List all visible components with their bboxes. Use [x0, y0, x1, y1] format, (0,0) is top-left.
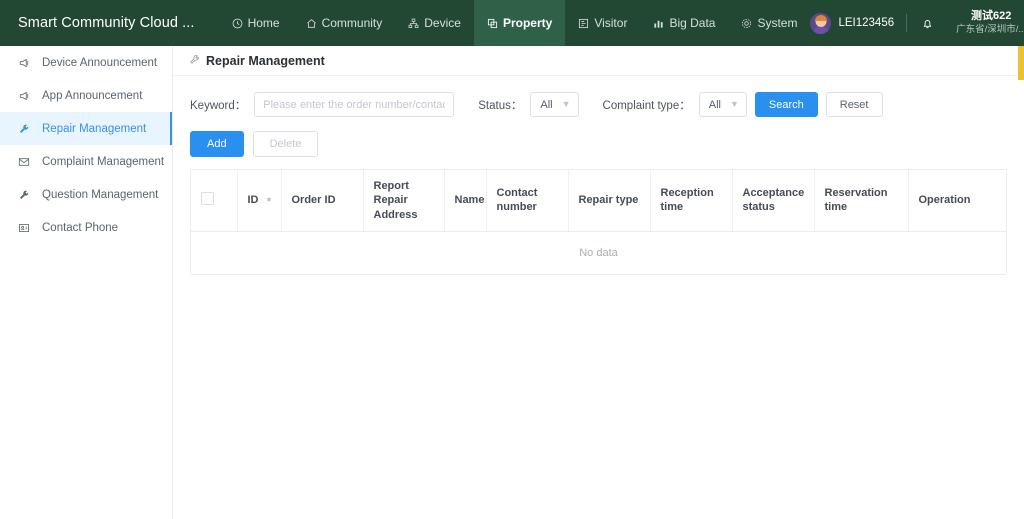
nav-item-label: System — [757, 16, 797, 30]
nav-item-system[interactable]: System — [728, 0, 810, 46]
sidebar-item-question-management[interactable]: Question Management — [0, 178, 172, 211]
site-selector[interactable]: 测试622 广东省/深圳市/... — [948, 9, 1024, 37]
column-reception-time: Reception time — [650, 170, 732, 231]
column-operation: Operation — [908, 170, 1006, 231]
complaint-type-select-value: All — [709, 99, 721, 111]
site-name-label: 测试622 — [971, 9, 1011, 24]
status-select[interactable]: All ▼ — [530, 92, 578, 117]
nav-item-home[interactable]: Home — [219, 0, 293, 46]
nav-item-label: Device — [424, 16, 461, 30]
wrench-icon — [17, 189, 31, 201]
sidebar-item-label: Contact Phone — [42, 222, 118, 234]
right-edge-accent-strip — [1018, 46, 1024, 80]
app-brand-title: Smart Community Cloud ... — [0, 15, 195, 31]
add-button[interactable]: Add — [190, 131, 244, 157]
search-input[interactable] — [254, 92, 454, 117]
column-select-all — [191, 170, 237, 231]
column-report-repair-address: Report Repair Address — [363, 170, 444, 231]
sidebar-item-label: Repair Management — [42, 123, 146, 135]
page-header: Repair Management — [173, 46, 1024, 76]
sidebar: Device Announcement App Announcement Rep… — [0, 46, 173, 519]
table-empty-state: No data — [191, 232, 1006, 274]
sidebar-item-repair-management[interactable]: Repair Management — [0, 112, 172, 145]
search-button[interactable]: Search — [755, 92, 818, 117]
column-reservation-time: Reservation time — [814, 170, 908, 231]
chevron-down-icon: ▼ — [730, 100, 739, 109]
filter-bar: Keyword： Status： All ▼ Complaint type： A… — [173, 76, 1024, 117]
nav-item-device[interactable]: Device — [395, 0, 474, 46]
complaint-type-label: Complaint type： — [603, 97, 691, 113]
username-label: LEI123456 — [838, 17, 894, 29]
bell-icon[interactable] — [907, 17, 948, 30]
nav-item-label: Community — [322, 16, 383, 30]
main-content: Repair Management Keyword： Status： All ▼… — [173, 46, 1024, 519]
keyword-label: Keyword： — [190, 97, 246, 113]
home-icon — [306, 18, 317, 29]
nav-item-label: Property — [503, 16, 552, 30]
clock-icon — [232, 18, 243, 29]
nav-item-big-data[interactable]: Big Data — [640, 0, 728, 46]
avatar — [810, 13, 831, 34]
sidebar-item-device-announcement[interactable]: Device Announcement — [0, 46, 172, 79]
delete-button: Delete — [253, 131, 319, 157]
sidebar-item-complaint-management[interactable]: Complaint Management — [0, 145, 172, 178]
column-acceptance-status: Acceptance status — [732, 170, 814, 231]
nav-item-property[interactable]: Property — [474, 0, 565, 46]
megaphone-icon — [17, 57, 31, 69]
nav-item-community[interactable]: Community — [293, 0, 396, 46]
sidebar-item-label: Device Announcement — [42, 57, 157, 69]
select-all-checkbox[interactable] — [201, 192, 214, 205]
column-contact-number: Contact number — [486, 170, 568, 231]
megaphone-icon — [17, 90, 31, 102]
header-right-cluster: LEI123456 测试622 广东省/深圳市/... — [810, 0, 1024, 46]
property-icon — [487, 18, 498, 29]
status-select-value: All — [540, 99, 552, 111]
nav-item-visitor[interactable]: Visitor — [565, 0, 640, 46]
device-icon — [408, 18, 419, 29]
nav-item-label: Visitor — [594, 16, 627, 30]
top-nav: Home Community Device Property Visitor B… — [219, 0, 811, 46]
envelope-icon — [17, 156, 31, 168]
chevron-down-icon: ▼ — [562, 100, 571, 109]
nav-item-label: Big Data — [669, 16, 715, 30]
visitor-icon — [578, 18, 589, 29]
action-bar: Add Delete — [173, 117, 1024, 157]
sidebar-item-app-announcement[interactable]: App Announcement — [0, 79, 172, 112]
nav-item-label: Home — [248, 16, 280, 30]
repair-management-panel: Keyword： Status： All ▼ Complaint type： A… — [173, 76, 1024, 519]
page-title: Repair Management — [206, 54, 325, 68]
sort-icon[interactable]: ▲▼ — [266, 200, 273, 201]
column-id[interactable]: ID ▲▼ — [237, 170, 281, 231]
wrench-icon — [189, 52, 200, 70]
table-header-row: ID ▲▼ Order ID Report Repair Address Nam… — [191, 170, 1006, 231]
sidebar-item-label: App Announcement — [42, 90, 142, 102]
column-repair-type: Repair type — [568, 170, 650, 231]
column-name: Name — [444, 170, 486, 231]
complaint-type-select[interactable]: All ▼ — [699, 92, 747, 117]
site-address-label: 广东省/深圳市/... — [956, 24, 1024, 37]
status-label: Status： — [478, 97, 522, 113]
sidebar-item-label: Complaint Management — [42, 156, 164, 168]
sidebar-item-label: Question Management — [42, 189, 158, 201]
top-header: Smart Community Cloud ... Home Community… — [0, 0, 1024, 46]
contact-card-icon — [17, 222, 31, 234]
user-menu[interactable]: LEI123456 — [810, 13, 906, 34]
wrench-icon — [17, 123, 31, 135]
column-order-id: Order ID — [281, 170, 363, 231]
reset-button[interactable]: Reset — [826, 92, 883, 117]
sidebar-item-contact-phone[interactable]: Contact Phone — [0, 211, 172, 244]
column-header-label: ID — [248, 193, 259, 207]
chart-icon — [653, 18, 664, 29]
repair-table: ID ▲▼ Order ID Report Repair Address Nam… — [190, 169, 1007, 275]
gear-icon — [741, 18, 752, 29]
